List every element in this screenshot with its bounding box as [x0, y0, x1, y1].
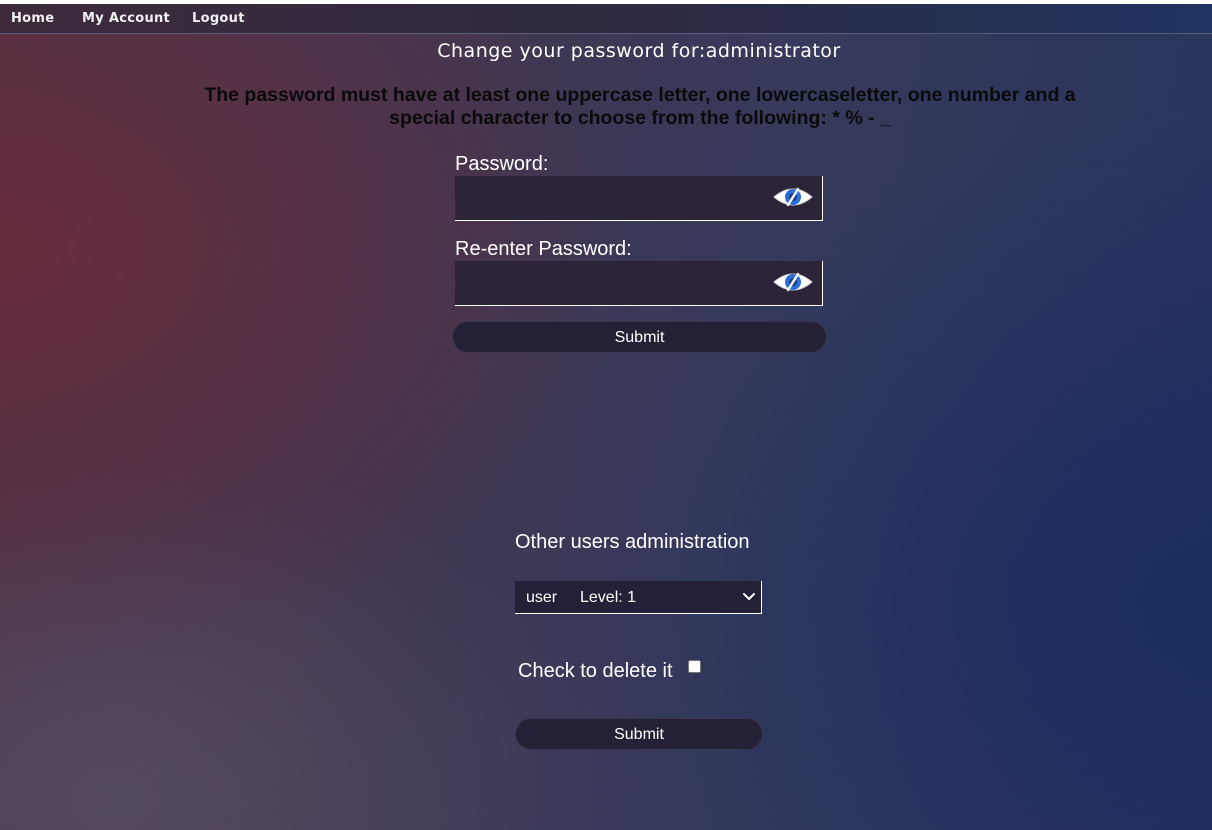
password-input[interactable]	[455, 176, 755, 220]
admin-submit-button[interactable]: Submit	[515, 718, 763, 750]
chevron-down-icon	[743, 593, 755, 600]
password-label: Password:	[455, 153, 549, 175]
nav-my-account-link[interactable]: My Account	[82, 11, 170, 26]
reenter-password-field	[455, 261, 823, 306]
reenter-password-input[interactable]	[455, 261, 755, 305]
admin-section-title: Other users administration	[515, 531, 750, 553]
password-submit-button[interactable]: Submit	[452, 321, 827, 353]
nav-logout-link[interactable]: Logout	[192, 11, 245, 26]
eye-slash-icon[interactable]	[773, 270, 813, 294]
password-requirements: The password must have at least one uppe…	[190, 84, 1090, 130]
selected-user: user	[526, 589, 558, 606]
password-field	[455, 176, 823, 221]
reenter-password-label: Re-enter Password:	[455, 238, 632, 260]
top-nav: Home My Account Logout	[0, 4, 1212, 34]
user-select[interactable]: user Level: 1	[515, 581, 762, 614]
eye-slash-icon[interactable]	[773, 185, 813, 209]
page-title: Change your password for:administrator	[437, 40, 841, 62]
requirements-line-2: special character to choose from the fol…	[389, 107, 891, 129]
delete-checkbox[interactable]	[688, 660, 701, 673]
delete-label: Check to delete it	[518, 660, 673, 682]
nav-home-link[interactable]: Home	[11, 11, 54, 26]
requirements-line-1: The password must have at least one uppe…	[204, 84, 1076, 106]
selected-level: Level: 1	[580, 589, 637, 606]
